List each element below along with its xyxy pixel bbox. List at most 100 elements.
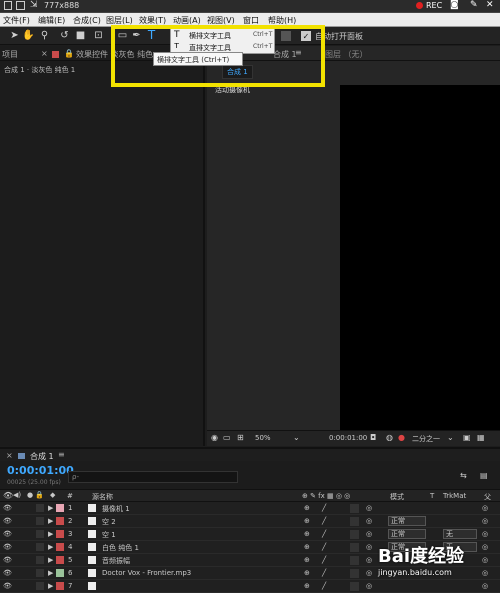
switch-box[interactable] xyxy=(350,556,359,565)
3d-icon[interactable]: ◎ xyxy=(366,504,372,512)
selection-tool-icon[interactable]: ➤ xyxy=(8,29,21,42)
visibility-icon[interactable]: 👁 xyxy=(3,504,12,512)
rotate-tool-icon[interactable]: ↺ xyxy=(58,29,71,42)
switches-icons[interactable]: ⊕ ✎ fx ▦ ◎ ◎ xyxy=(302,492,350,500)
layer-name[interactable]: 摄像机 1 xyxy=(102,504,130,514)
3d-icon[interactable]: ◎ xyxy=(366,517,372,525)
layer-name[interactable]: 空 2 xyxy=(102,517,116,527)
expand-arrow-icon[interactable]: ▶ xyxy=(48,569,53,577)
visibility-icon[interactable]: 👁 xyxy=(3,569,12,577)
col-trkmat[interactable]: TrkMat xyxy=(443,492,466,500)
shy-switch-icon[interactable]: ⊕ xyxy=(304,530,310,538)
layer-name[interactable]: 空 1 xyxy=(102,530,116,540)
graph-editor-icon[interactable]: ⇆ xyxy=(460,471,467,480)
tab-layer[interactable]: 图层 （无） xyxy=(325,49,368,60)
label-color-swatch[interactable] xyxy=(56,569,64,577)
quality-switch-icon[interactable]: ╱ xyxy=(322,517,326,525)
quality-switch-icon[interactable]: ╱ xyxy=(322,556,326,564)
audio-icon[interactable]: ◀) xyxy=(13,491,21,499)
switch-box[interactable] xyxy=(350,504,359,513)
menu-file[interactable]: 文件(F) xyxy=(3,15,30,26)
quality-switch-icon[interactable]: ╱ xyxy=(322,530,326,538)
shy-switch-icon[interactable]: ⊕ xyxy=(304,569,310,577)
pan-behind-tool-icon[interactable]: ⊡ xyxy=(92,29,105,42)
parent-pickwhip-icon[interactable]: ◎ xyxy=(482,517,488,525)
label-color-swatch[interactable] xyxy=(56,556,64,564)
label-color-swatch[interactable] xyxy=(56,517,64,525)
composition-viewer[interactable] xyxy=(340,85,500,430)
3d-icon[interactable]: ◎ xyxy=(366,543,372,551)
label-color-swatch[interactable] xyxy=(56,582,64,590)
snapshot-icon[interactable]: ◉ xyxy=(211,433,218,442)
quality-switch-icon[interactable]: ╱ xyxy=(322,504,326,512)
shy-switch-icon[interactable]: ⊕ xyxy=(304,556,310,564)
3d-icon[interactable]: ◎ xyxy=(366,530,372,538)
quality-switch-icon[interactable]: ╱ xyxy=(322,582,326,590)
camera-tool-icon[interactable]: ■ xyxy=(74,29,87,42)
layer-name[interactable]: Doctor Vox - Frontier.mp3 xyxy=(102,569,191,577)
visibility-icon[interactable]: 👁 xyxy=(3,543,12,551)
visibility-icon[interactable]: 👁 xyxy=(3,556,12,564)
parent-pickwhip-icon[interactable]: ◎ xyxy=(482,530,488,538)
grid-icon[interactable]: ⊞ xyxy=(237,433,244,442)
shy-switch-icon[interactable]: ⊕ xyxy=(304,504,310,512)
pen-icon[interactable]: ✎ xyxy=(470,0,478,10)
parent-pickwhip-icon[interactable]: ◎ xyxy=(482,504,488,512)
col-mode[interactable]: 模式 xyxy=(390,492,404,502)
shy-switch-icon[interactable]: ⊕ xyxy=(304,582,310,590)
switch-box[interactable] xyxy=(350,530,359,539)
lock-icon[interactable]: 🔒 xyxy=(35,491,44,499)
switch-box[interactable] xyxy=(350,569,359,578)
3d-icon[interactable]: ◎ xyxy=(366,582,372,590)
layer-name[interactable]: 白色 纯色 1 xyxy=(102,543,139,553)
motion-blur-icon[interactable]: ▤ xyxy=(480,471,488,480)
label-color-swatch[interactable] xyxy=(56,543,64,551)
shy-switch-icon[interactable]: ⊕ xyxy=(304,543,310,551)
zoom-tool-icon[interactable]: ⚲ xyxy=(38,29,51,42)
expand-arrow-icon[interactable]: ▶ xyxy=(48,543,53,551)
chevron-down-icon[interactable]: ⌄ xyxy=(293,433,300,442)
visibility-icon[interactable]: 👁 xyxy=(3,517,12,525)
expand-arrow-icon[interactable]: ▶ xyxy=(48,530,53,538)
current-timecode[interactable]: 0:00:01:00 xyxy=(7,464,74,477)
label-color-swatch[interactable] xyxy=(56,504,64,512)
switch-box[interactable] xyxy=(350,582,359,591)
hand-tool-icon[interactable]: ✋ xyxy=(22,29,35,42)
solo-icon[interactable]: ● xyxy=(27,491,33,499)
transparency-icon[interactable]: ▦ xyxy=(477,433,485,442)
layer-search-input[interactable]: ρ- xyxy=(68,471,238,483)
close-icon[interactable]: × xyxy=(41,49,48,58)
col-parent[interactable]: 父 xyxy=(484,492,491,502)
resolution-select[interactable]: 二分之一 xyxy=(412,434,440,444)
camera-icon[interactable]: ◘ xyxy=(370,433,376,442)
switch-box[interactable] xyxy=(350,543,359,552)
layer-name[interactable]: 音频振幅 xyxy=(102,556,130,566)
region-icon[interactable]: ▣ xyxy=(463,433,471,442)
menu-composition[interactable]: 合成(C) xyxy=(73,15,101,26)
quality-switch-icon[interactable]: ╱ xyxy=(322,569,326,577)
shy-switch-icon[interactable]: ⊕ xyxy=(304,517,310,525)
rec-label[interactable]: REC xyxy=(426,1,442,10)
close-icon[interactable]: ✕ xyxy=(486,0,494,10)
label-icon[interactable]: ◆ xyxy=(50,491,55,499)
visibility-icon[interactable]: 👁 xyxy=(3,582,12,590)
viewer-time[interactable]: 0:00:01:00 xyxy=(329,434,367,442)
3d-icon[interactable]: ◎ xyxy=(366,569,372,577)
expand-arrow-icon[interactable]: ▶ xyxy=(48,517,53,525)
close-icon[interactable]: × xyxy=(6,451,13,460)
mode-select[interactable]: 正常 xyxy=(388,516,426,526)
expand-arrow-icon[interactable]: ▶ xyxy=(48,582,53,590)
chevron-down-icon[interactable]: ⌄ xyxy=(447,433,454,442)
layer-row[interactable]: 👁 ▶ 2 空 2 ⊕ ╱ ◎ 正常 ◎ xyxy=(0,515,500,528)
quality-switch-icon[interactable]: ╱ xyxy=(322,543,326,551)
panel-menu-icon[interactable]: ≡ xyxy=(58,450,65,459)
visibility-icon[interactable]: 👁 xyxy=(3,491,13,500)
menu-edit[interactable]: 编辑(E) xyxy=(38,15,65,26)
3d-icon[interactable]: ◎ xyxy=(366,556,372,564)
expand-arrow-icon[interactable]: ▶ xyxy=(48,556,53,564)
window-icon[interactable] xyxy=(16,1,25,10)
monitor-icon[interactable]: ▭ xyxy=(223,433,231,442)
switch-box[interactable] xyxy=(350,517,359,526)
color-wheel-icon[interactable]: ● xyxy=(398,433,405,442)
zoom-level[interactable]: 50% xyxy=(255,434,271,442)
